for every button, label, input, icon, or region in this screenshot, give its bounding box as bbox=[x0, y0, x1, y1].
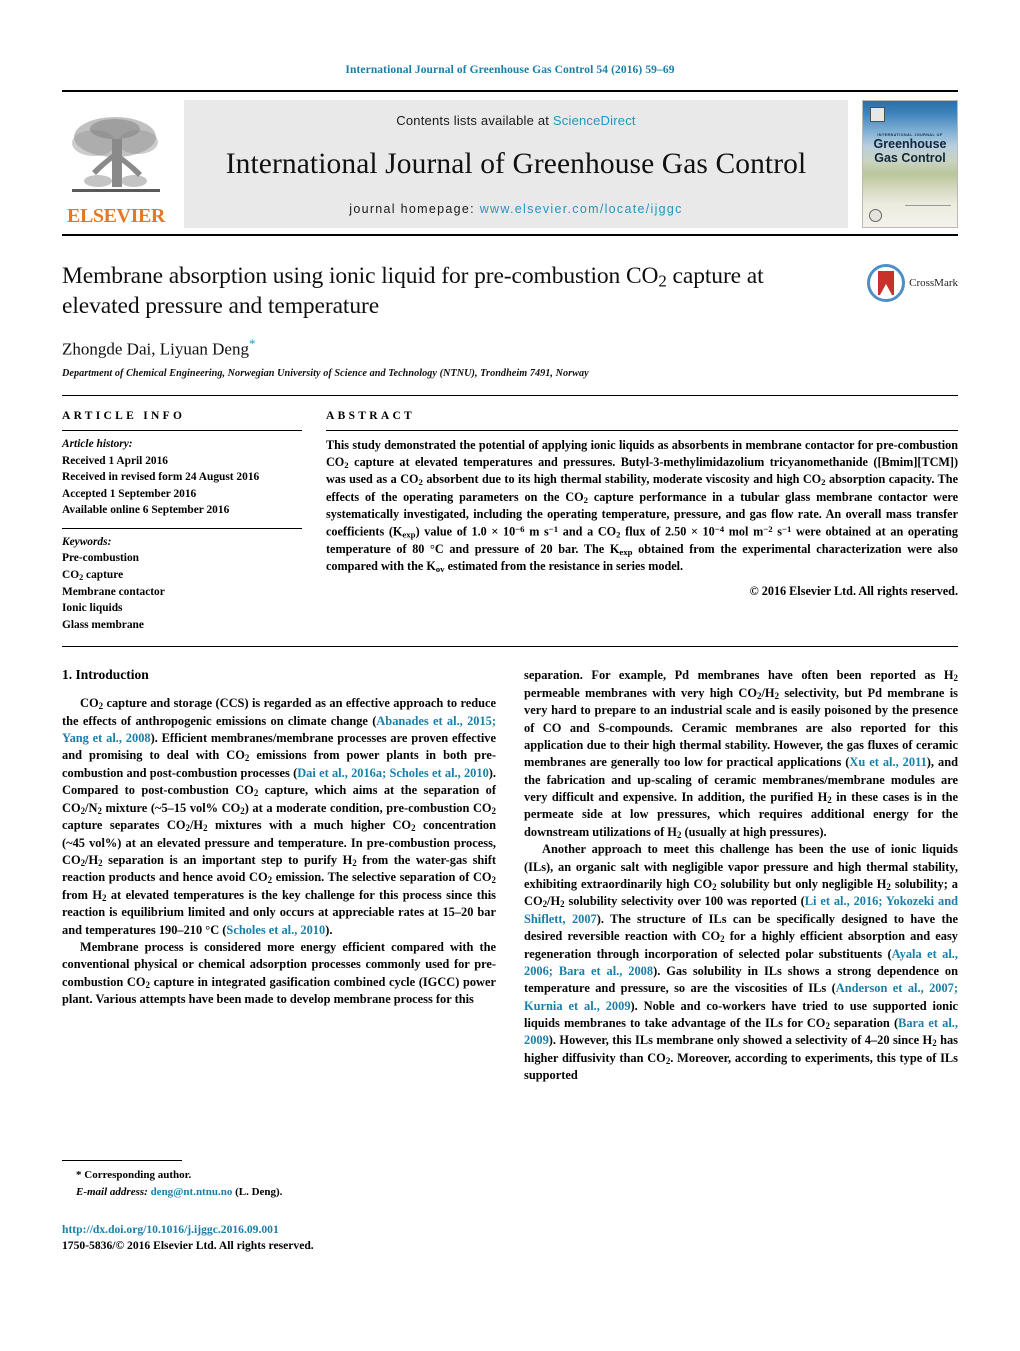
keyword-item: Glass membrane bbox=[62, 618, 144, 631]
abstract-copyright: © 2016 Elsevier Ltd. All rights reserved… bbox=[749, 583, 958, 598]
paragraph: separation. For example, Pd membranes ha… bbox=[524, 668, 958, 840]
abstract-bottom-rule bbox=[62, 646, 958, 648]
paper-page: International Journal of Greenhouse Gas … bbox=[0, 0, 1020, 1351]
section-heading-introduction: 1. Introduction bbox=[62, 667, 149, 683]
article-history: Article history: Received 1 April 2016 R… bbox=[62, 436, 302, 519]
title-subscript: 2 bbox=[658, 271, 667, 291]
citation-link[interactable]: Bara et al., 2009 bbox=[524, 1016, 958, 1047]
paragraph: Another approach to meet this challenge … bbox=[524, 842, 959, 1083]
article-info-rule bbox=[62, 430, 302, 432]
doi-link[interactable]: http://dx.doi.org/10.1016/j.ijggc.2016.0… bbox=[62, 1222, 512, 1238]
contents-line: Contents lists available at ScienceDirec… bbox=[396, 113, 635, 128]
footnote-rule bbox=[62, 1160, 182, 1161]
history-item: Received in revised form 24 August 2016 bbox=[62, 471, 260, 484]
crossmark-label: CrossMark bbox=[909, 277, 958, 289]
history-item: Accepted 1 September 2016 bbox=[62, 487, 197, 500]
issn-copyright: 1750-5836/© 2016 Elsevier Ltd. All right… bbox=[62, 1239, 314, 1253]
info-abstract-section: ARTICLE INFO Article history: Received 1… bbox=[62, 410, 958, 633]
history-item: Received 1 April 2016 bbox=[62, 454, 168, 467]
cover-title-line1: Greenhouse bbox=[873, 137, 947, 151]
article-info-heading: ARTICLE INFO bbox=[62, 410, 186, 423]
abstract-rule bbox=[326, 430, 958, 432]
cover-badge-icon bbox=[870, 107, 885, 122]
history-item: Available online 6 September 2016 bbox=[62, 504, 230, 517]
article-history-label: Article history: bbox=[62, 438, 133, 451]
citation-link[interactable]: Li et al., 2016; Yokozeki and Shiflett, … bbox=[524, 894, 958, 925]
abstract-heading: ABSTRACT bbox=[326, 410, 416, 423]
title-part-1: Membrane absorption using ionic liquid f… bbox=[62, 263, 659, 289]
author-list: Zhongde Dai, Liyuan Deng* bbox=[62, 336, 958, 360]
running-head: International Journal of Greenhouse Gas … bbox=[345, 64, 675, 76]
footer-block: http://dx.doi.org/10.1016/j.ijggc.2016.0… bbox=[62, 1222, 512, 1255]
paragraph: Membrane process is considered more ener… bbox=[62, 939, 497, 1007]
email-note: E-mail address: deng@nt.ntnu.no (L. Deng… bbox=[62, 1184, 492, 1201]
masthead-bottom-rule bbox=[62, 234, 958, 236]
cover-title-line2: Gas Control bbox=[874, 150, 946, 165]
keyword-item: Ionic liquids bbox=[62, 602, 123, 615]
body-column-right: separation. For example, Pd membranes ha… bbox=[524, 667, 958, 1084]
email-link[interactable]: deng@nt.ntnu.no bbox=[151, 1186, 233, 1198]
keywords-rule bbox=[62, 527, 302, 529]
abstract-column: ABSTRACT This study demonstrated the pot… bbox=[326, 410, 958, 633]
homepage-prefix: journal homepage: bbox=[349, 202, 475, 216]
email-suffix: (L. Deng). bbox=[235, 1185, 283, 1198]
article-info-column: ARTICLE INFO Article history: Received 1… bbox=[62, 410, 302, 633]
sciencedirect-link[interactable]: ScienceDirect bbox=[553, 113, 636, 128]
homepage-line: journal homepage: www.elsevier.com/locat… bbox=[349, 202, 682, 216]
title-block: CrossMark Membrane absorption using ioni… bbox=[62, 262, 958, 379]
citation-link[interactable]: Ayala et al., 2006; Bara et al., 2008 bbox=[524, 947, 958, 978]
keyword-item: CO2 capture bbox=[62, 569, 124, 582]
citation-link[interactable]: Anderson et al., 2007; Kurnia et al., 20… bbox=[524, 981, 958, 1012]
keyword-item: Membrane contactor bbox=[62, 585, 165, 598]
title-rule bbox=[62, 395, 958, 397]
citation-link[interactable]: Xu et al., 2011 bbox=[849, 755, 926, 769]
elsevier-tree-icon bbox=[72, 117, 160, 192]
keywords-list: Keywords: Pre-combustion CO2 capture Mem… bbox=[62, 534, 302, 633]
corresponding-author-note: * Corresponding author. bbox=[76, 1169, 192, 1181]
affiliation: Department of Chemical Engineering, Norw… bbox=[62, 368, 589, 380]
contents-prefix: Contents lists available at bbox=[396, 113, 550, 128]
journal-cover-thumbnail: INTERNATIONAL JOURNAL OF Greenhouse Gas … bbox=[862, 100, 958, 228]
elsevier-wordmark: ELSEVIER bbox=[67, 205, 165, 227]
footnote-text: * Corresponding author. E-mail address: … bbox=[62, 1167, 492, 1200]
cover-publisher-mark bbox=[905, 205, 951, 222]
elsevier-logo: ELSEVIER bbox=[62, 100, 170, 228]
keyword-item: Pre-combustion bbox=[62, 552, 139, 565]
crossmark-icon bbox=[867, 264, 906, 302]
corresponding-author-marker: * bbox=[248, 335, 256, 351]
citation-link[interactable]: Dai et al., 2016a; Scholes et al., 2010 bbox=[297, 766, 489, 780]
author-names: Zhongde Dai, Liyuan Deng bbox=[62, 339, 249, 359]
crossmark-badge[interactable]: CrossMark bbox=[867, 264, 958, 302]
journal-title: International Journal of Greenhouse Gas … bbox=[225, 147, 807, 180]
cover-seal-icon bbox=[869, 209, 882, 222]
masthead: ELSEVIER Contents lists available at Sci… bbox=[62, 90, 958, 236]
abstract-text: This study demonstrated the potential of… bbox=[326, 438, 958, 574]
citation-link[interactable]: Abanades et al., 2015; Yang et al., 2008 bbox=[62, 714, 496, 745]
keywords-label: Keywords: bbox=[62, 535, 112, 548]
email-label: E-mail address: bbox=[76, 1185, 148, 1198]
citation-link[interactable]: Scholes et al., 2010 bbox=[226, 923, 325, 937]
body-column-left: 1. Introduction CO2 capture and storage … bbox=[62, 667, 496, 1084]
page-title: Membrane absorption using ionic liquid f… bbox=[62, 262, 802, 322]
footnote-block: * Corresponding author. E-mail address: … bbox=[62, 1160, 492, 1200]
paragraph: CO2 capture and storage (CCS) is regarde… bbox=[62, 696, 497, 937]
homepage-link[interactable]: www.elsevier.com/locate/ijggc bbox=[480, 202, 683, 216]
body-columns: 1. Introduction CO2 capture and storage … bbox=[62, 667, 958, 1084]
masthead-center: Contents lists available at ScienceDirec… bbox=[184, 100, 848, 228]
